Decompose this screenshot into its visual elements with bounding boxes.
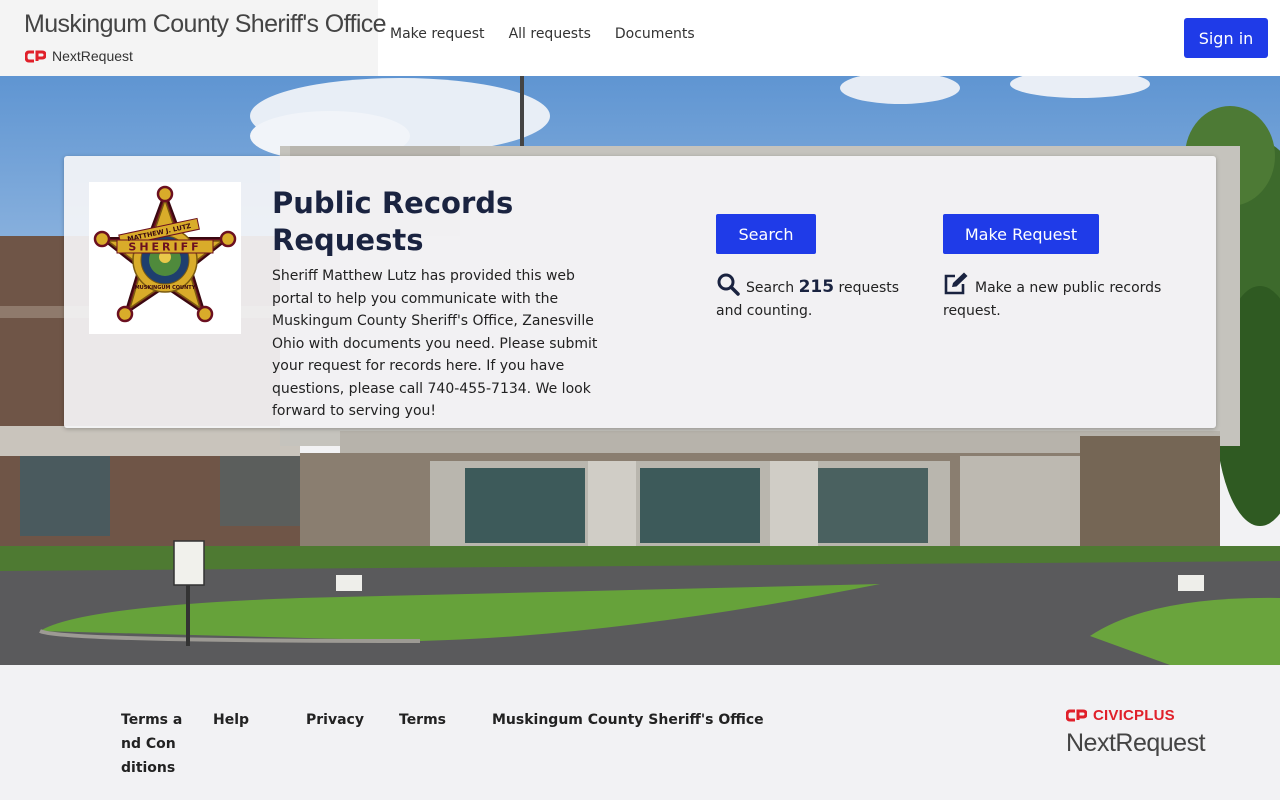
magnifying-glass-icon (717, 273, 740, 296)
sheriff-badge-logo: MATTHEW J. LUTZ SHERIFF MUSKINGUM COUNTY (89, 182, 241, 334)
civicplus-logo-icon (1066, 709, 1087, 722)
sheriff-star-badge: MATTHEW J. LUTZ SHERIFF MUSKINGUM COUNTY (93, 185, 237, 323)
site-footer: Terms and Conditions Help Privacy Terms … (0, 665, 1280, 800)
footer-privacy-link[interactable]: Privacy (306, 708, 364, 732)
civicplus-logo-icon (25, 50, 46, 62)
footer-nextrequest-label: NextRequest (1066, 729, 1206, 757)
edit-icon (944, 272, 968, 295)
page-title: Public Records Requests (272, 186, 514, 257)
search-text-before: Search (746, 280, 795, 296)
make-request-button[interactable]: Make Request (943, 214, 1099, 254)
product-name: NextRequest (52, 48, 133, 64)
footer-agency-link[interactable]: Muskingum County Sheriff's Office (492, 708, 764, 732)
search-button[interactable]: Search (716, 214, 816, 254)
brand-block[interactable]: Muskingum County Sheriff's Office NextRe… (0, 0, 387, 76)
footer-help-link[interactable]: Help (213, 708, 249, 732)
civicplus-brand: CIVICPLUS (1066, 707, 1175, 724)
agency-name[interactable]: Muskingum County Sheriff's Office (24, 10, 387, 39)
make-request-text: Make a new public records request. (943, 280, 1162, 319)
civicplus-label: CIVICPLUS (1093, 707, 1175, 724)
nav-make-request[interactable]: Make request (390, 26, 485, 42)
request-count: 215 (798, 277, 835, 297)
footer-terms-conditions-link[interactable]: Terms and Conditions (121, 708, 183, 780)
sign-in-button[interactable]: Sign in (1184, 18, 1268, 58)
intro-card: MATTHEW J. LUTZ SHERIFF MUSKINGUM COUNTY… (64, 156, 1216, 428)
site-header: Muskingum County Sheriff's Office NextRe… (0, 0, 1280, 76)
main-nav: Make request All requests Documents (390, 26, 695, 42)
product-branding: NextRequest (25, 48, 133, 64)
make-request-summary: Make a new public records request. (943, 272, 1173, 323)
nav-all-requests[interactable]: All requests (509, 26, 591, 42)
search-summary: Search 215 requests and counting. (716, 272, 916, 323)
badge-county-text: MUSKINGUM COUNTY (135, 285, 196, 291)
footer-terms-link[interactable]: Terms (399, 708, 446, 732)
badge-title-text: SHERIFF (128, 241, 201, 254)
hero-section: MATTHEW J. LUTZ SHERIFF MUSKINGUM COUNTY… (0, 76, 1280, 665)
nav-documents[interactable]: Documents (615, 26, 695, 42)
portal-description: Sheriff Matthew Lutz has provided this w… (272, 268, 598, 419)
